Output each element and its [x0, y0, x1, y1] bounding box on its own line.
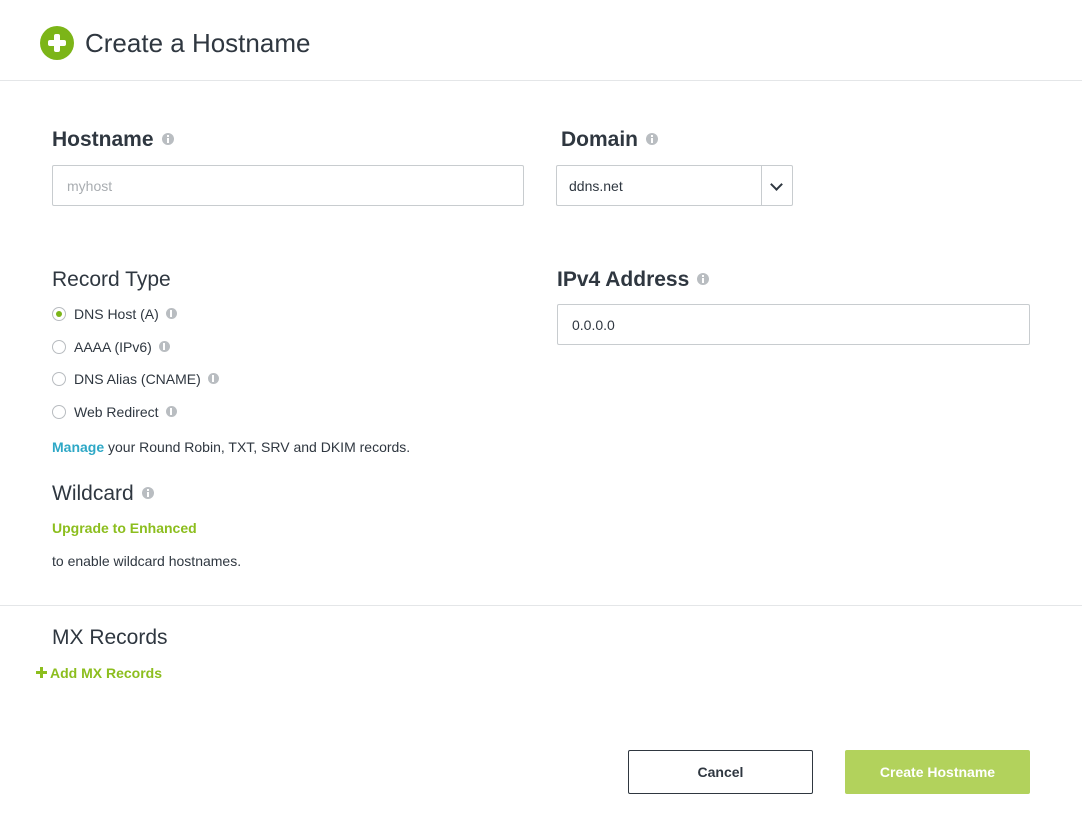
manage-records-description: your Round Robin, TXT, SRV and DKIM reco… [104, 439, 411, 455]
domain-select-value: ddns.net [569, 178, 623, 194]
cancel-button[interactable]: Cancel [628, 750, 813, 794]
dns-host-info-icon[interactable] [165, 307, 177, 319]
add-mx-records-text: Add MX Records [50, 665, 163, 681]
ipv4-input[interactable] [557, 304, 1030, 345]
domain-select[interactable]: ddns.net [556, 165, 793, 206]
section-divider [0, 605, 1082, 606]
chevron-down-icon[interactable] [770, 178, 783, 191]
aaaa-info-icon[interactable] [158, 340, 170, 352]
wildcard-label-text: Wildcard [52, 482, 134, 505]
manage-link[interactable]: Manage [52, 439, 104, 455]
record-type-label: Record Type [52, 268, 171, 291]
hostname-label-text: Hostname [52, 128, 154, 151]
domain-label-text: Domain [561, 128, 639, 151]
radio-label: DNS Alias (CNAME) [74, 371, 201, 387]
create-hostname-button[interactable]: Create Hostname [845, 750, 1030, 794]
radio-button-checked[interactable] [52, 307, 66, 321]
domain-label: Domain [561, 127, 659, 153]
radio-dns-alias-cname[interactable]: DNS Alias (CNAME) [52, 369, 219, 389]
plus-icon [36, 666, 47, 678]
wildcard-label: Wildcard [52, 481, 154, 507]
radio-label: Web Redirect [74, 404, 159, 420]
plus-circle-icon [40, 26, 74, 60]
hostname-input[interactable] [52, 165, 524, 206]
domain-info-icon[interactable] [646, 133, 659, 146]
ipv4-label-text: IPv4 Address [557, 268, 690, 291]
radio-button[interactable] [52, 340, 66, 354]
radio-web-redirect[interactable]: Web Redirect [52, 402, 177, 422]
hostname-info-icon[interactable] [161, 133, 174, 146]
add-mx-records-link[interactable]: Add MX Records [36, 664, 162, 682]
web-redirect-info-icon[interactable] [165, 405, 177, 417]
radio-aaaa-ipv6[interactable]: AAAA (IPv6) [52, 337, 170, 357]
radio-dns-host-a[interactable]: DNS Host (A) [52, 304, 177, 324]
upgrade-to-enhanced-link[interactable]: Upgrade to Enhanced [52, 519, 197, 537]
ipv4-label: IPv4 Address [557, 267, 710, 293]
page-title: Create a Hostname [85, 28, 311, 58]
manage-records-text: Manage your Round Robin, TXT, SRV and DK… [52, 438, 410, 456]
hostname-label: Hostname [52, 127, 174, 153]
radio-label: AAAA (IPv6) [74, 339, 152, 355]
radio-label: DNS Host (A) [74, 306, 159, 322]
ipv4-info-icon[interactable] [697, 273, 710, 286]
cname-info-icon[interactable] [207, 372, 219, 384]
radio-button[interactable] [52, 405, 66, 419]
radio-button[interactable] [52, 372, 66, 386]
modal-header: Create a Hostname [0, 0, 1082, 81]
mx-records-label: MX Records [52, 626, 168, 649]
wildcard-info-icon[interactable] [141, 487, 154, 500]
select-divider [761, 166, 762, 205]
wildcard-note: to enable wildcard hostnames. [52, 553, 242, 569]
